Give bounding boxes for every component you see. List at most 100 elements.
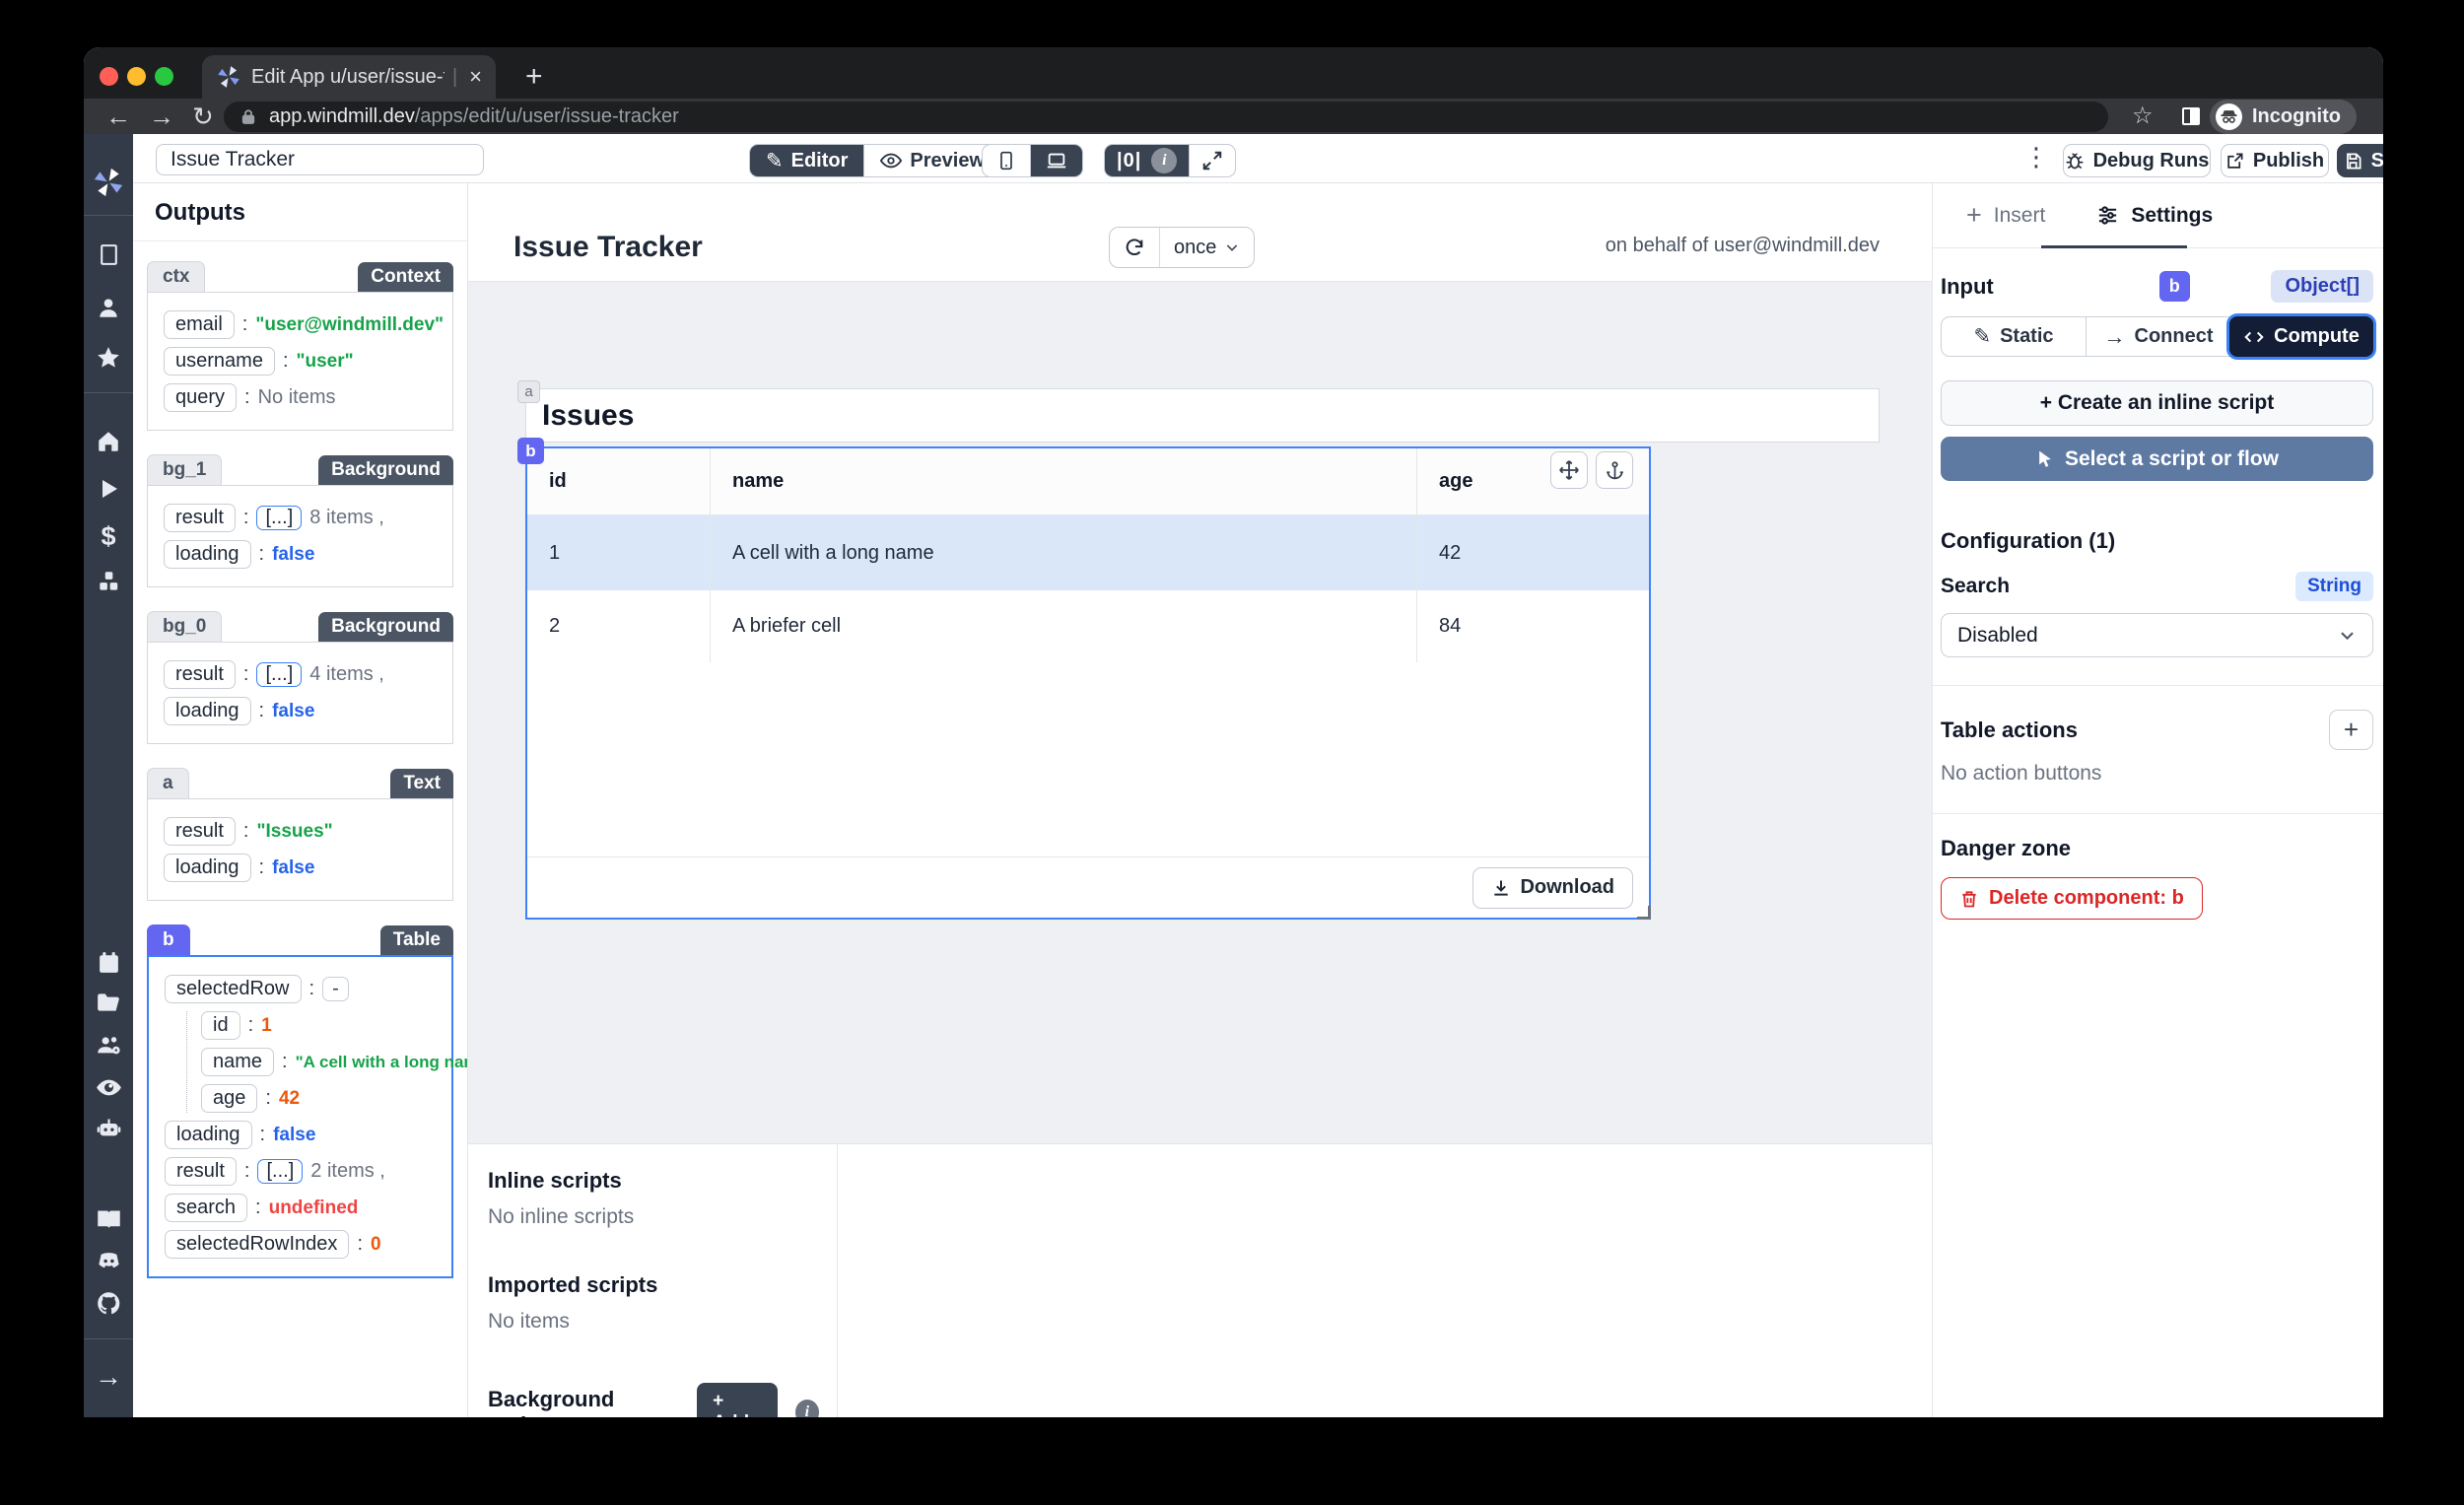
expand-array-toggle[interactable]: [...] xyxy=(256,506,303,530)
traffic-minimize-button[interactable] xyxy=(127,67,146,86)
output-row[interactable]: loading: false xyxy=(165,1121,444,1149)
table-component-b[interactable]: id name age 1 A cell with a long name 42… xyxy=(525,446,1651,920)
sidebar-item-variables[interactable]: $ xyxy=(89,516,128,556)
output-row[interactable]: name:"A cell with a long name" xyxy=(201,1048,467,1076)
refresh-mode-dropdown[interactable]: once xyxy=(1159,228,1254,267)
incognito-badge[interactable]: Incognito xyxy=(2210,100,2357,134)
move-component-button[interactable] xyxy=(1550,451,1588,489)
discord-icon[interactable] xyxy=(89,1241,128,1280)
create-inline-script-button[interactable]: + Create an inline script xyxy=(1941,380,2373,426)
chevron-down-icon xyxy=(2341,632,2354,641)
preview-tab[interactable]: Preview xyxy=(863,145,1000,176)
output-row[interactable]: loading: false xyxy=(164,697,445,725)
publish-button[interactable]: Publish xyxy=(2221,144,2329,177)
expand-array-toggle[interactable]: [...] xyxy=(256,662,303,687)
output-row[interactable]: selectedRowIndex:0 xyxy=(165,1230,444,1259)
text-component-a[interactable]: Issues xyxy=(525,388,1880,443)
resize-handle[interactable] xyxy=(1637,906,1651,920)
windmill-logo-icon[interactable] xyxy=(89,163,128,202)
sidebar-item-home[interactable] xyxy=(89,422,128,461)
fullscreen-button[interactable] xyxy=(1189,145,1235,176)
sidebar-item-docs[interactable] xyxy=(89,1199,128,1239)
browser-tab-strip: Edit App u/user/issue-tracker | × + xyxy=(84,47,2383,99)
github-icon[interactable] xyxy=(89,1283,128,1323)
column-header[interactable]: id xyxy=(527,448,710,514)
zero-bars-icon: |0| xyxy=(1117,149,1142,171)
sidebar-item-ai-assistant[interactable] xyxy=(89,1108,128,1147)
forward-icon[interactable]: → xyxy=(149,97,174,136)
collapse-toggle[interactable]: - xyxy=(322,977,349,1001)
traffic-zoom-button[interactable] xyxy=(155,67,173,86)
close-tab-icon[interactable]: × xyxy=(469,64,482,90)
app-canvas[interactable]: a Issues b id name age 1 A cell with a l… xyxy=(468,282,1932,1143)
more-options-icon[interactable]: ⋮ xyxy=(2023,142,2049,172)
delete-component-button[interactable]: Delete component: b xyxy=(1941,877,2203,920)
traffic-close-button[interactable] xyxy=(100,67,118,86)
add-background-script-button[interactable]: + Add xyxy=(697,1383,778,1417)
info-icon: i xyxy=(1151,148,1178,173)
sidebar-item-resources[interactable] xyxy=(89,562,128,601)
static-mode-button[interactable]: ✎ Static xyxy=(1942,317,2086,356)
output-row[interactable]: result: [...] 8 items , xyxy=(164,504,445,532)
desktop-view-button[interactable] xyxy=(1030,145,1082,176)
tab-settings[interactable]: Settings xyxy=(2096,204,2213,228)
component-b-tag[interactable]: b xyxy=(517,438,544,464)
column-header[interactable]: name xyxy=(710,448,1417,514)
output-row[interactable]: id:1 xyxy=(201,1011,444,1040)
mobile-view-button[interactable] xyxy=(983,145,1030,176)
back-icon[interactable]: ← xyxy=(105,97,131,136)
anchor-component-button[interactable] xyxy=(1596,451,1633,489)
output-row[interactable]: result: "Issues" xyxy=(164,817,445,846)
sidebar-item-groups[interactable] xyxy=(89,1025,128,1064)
url-host: app.windmill.dev xyxy=(269,105,415,127)
expand-array-toggle[interactable]: [...] xyxy=(257,1159,304,1184)
output-row[interactable]: result: [...] 4 items , xyxy=(164,660,445,689)
output-key-bg1[interactable]: bg_1 xyxy=(147,454,223,485)
tab-insert[interactable]: + Insert xyxy=(1966,200,2045,231)
output-row[interactable]: loading: false xyxy=(164,854,445,882)
editor-tab[interactable]: ✎ Editor xyxy=(750,145,864,176)
sidebar-item-workspace[interactable] xyxy=(89,235,128,274)
collapse-sidebar-icon[interactable]: → xyxy=(89,1357,128,1397)
search-mode-select[interactable]: Disabled xyxy=(1941,613,2373,657)
browser-tab[interactable]: Edit App u/user/issue-tracker | × xyxy=(202,55,496,99)
app-name-input[interactable]: Issue Tracker xyxy=(156,144,484,175)
debug-runs-button[interactable]: Debug Runs xyxy=(2063,144,2211,177)
output-row[interactable]: result: [...] 2 items , xyxy=(165,1157,444,1186)
output-row[interactable]: loading: false xyxy=(164,540,445,569)
output-key-a[interactable]: a xyxy=(147,768,189,798)
bookmark-star-icon[interactable]: ☆ xyxy=(2132,97,2154,136)
download-button[interactable]: Download xyxy=(1472,866,1633,909)
output-row[interactable]: selectedRow: - xyxy=(165,975,444,1003)
hide-left-panel-button[interactable]: |0| i xyxy=(1105,145,1190,176)
sidebar-item-folders[interactable] xyxy=(89,983,128,1022)
output-row[interactable]: email: "user@windmill.dev" xyxy=(164,310,445,339)
connect-mode-button[interactable]: → Connect xyxy=(2086,317,2230,356)
output-row[interactable]: age:42 xyxy=(201,1084,444,1113)
table-actions-title: Table actions xyxy=(1941,717,2078,742)
url-bar[interactable]: app.windmill.dev/apps/edit/u/user/issue-… xyxy=(224,102,2108,132)
select-script-button[interactable]: Select a script or flow xyxy=(1941,437,2373,481)
output-row[interactable]: query: No items xyxy=(164,383,445,412)
output-row[interactable]: username: "user" xyxy=(164,347,445,376)
output-key-ctx[interactable]: ctx xyxy=(147,261,206,292)
refresh-button[interactable] xyxy=(1110,228,1159,267)
sidebar-item-runs[interactable] xyxy=(89,469,128,509)
add-table-action-button[interactable]: + xyxy=(2329,710,2373,750)
component-a-tag[interactable]: a xyxy=(517,380,540,403)
output-key-b[interactable]: b xyxy=(147,924,190,955)
url-path: /apps/edit/u/user/issue-tracker xyxy=(414,105,679,127)
sidebar-item-schedules[interactable] xyxy=(89,942,128,982)
sidebar-item-user[interactable] xyxy=(89,288,128,327)
new-tab-button[interactable]: + xyxy=(525,59,543,95)
compute-mode-button[interactable]: Compute xyxy=(2229,316,2373,357)
output-row[interactable]: search: undefined xyxy=(165,1194,444,1222)
sidebar-item-favorites[interactable] xyxy=(89,338,128,377)
output-key-bg0[interactable]: bg_0 xyxy=(147,611,223,642)
reload-icon[interactable]: ↻ xyxy=(192,97,214,136)
table-row[interactable]: 2 A briefer cell 84 xyxy=(527,590,1649,662)
side-panel-icon[interactable] xyxy=(2179,104,2203,133)
table-row-selected[interactable]: 1 A cell with a long name 42 xyxy=(527,515,1649,590)
sidebar-item-audit-logs[interactable] xyxy=(89,1067,128,1107)
save-button[interactable]: Save xyxy=(2337,144,2383,177)
